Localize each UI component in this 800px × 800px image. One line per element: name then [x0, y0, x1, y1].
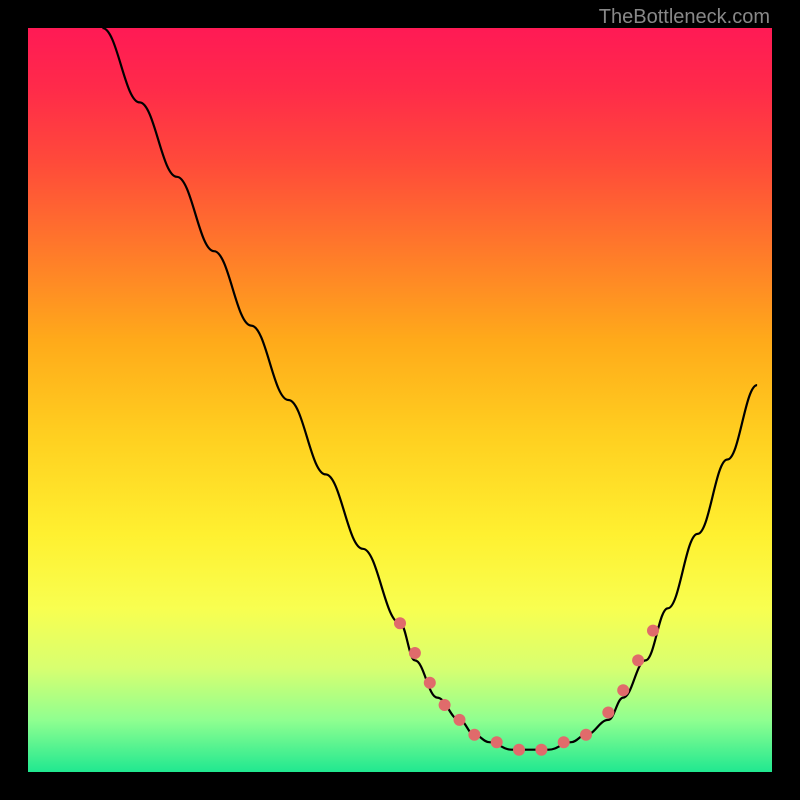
- marker-dot: [632, 654, 644, 666]
- chart-container: TheBottleneck.com: [0, 0, 800, 800]
- marker-dot: [647, 625, 659, 637]
- chart-svg: [28, 28, 772, 772]
- marker-dot: [535, 744, 547, 756]
- curve-line: [102, 28, 757, 750]
- marker-dot: [468, 729, 480, 741]
- marker-dot: [558, 736, 570, 748]
- marker-dot: [394, 617, 406, 629]
- marker-dot: [454, 714, 466, 726]
- marker-dots: [394, 617, 659, 756]
- marker-dot: [602, 707, 614, 719]
- marker-dot: [491, 736, 503, 748]
- marker-dot: [439, 699, 451, 711]
- watermark-text: TheBottleneck.com: [599, 6, 770, 29]
- marker-dot: [617, 684, 629, 696]
- plot-area: [28, 28, 772, 772]
- marker-dot: [424, 677, 436, 689]
- marker-dot: [513, 744, 525, 756]
- marker-dot: [580, 729, 592, 741]
- marker-dot: [409, 647, 421, 659]
